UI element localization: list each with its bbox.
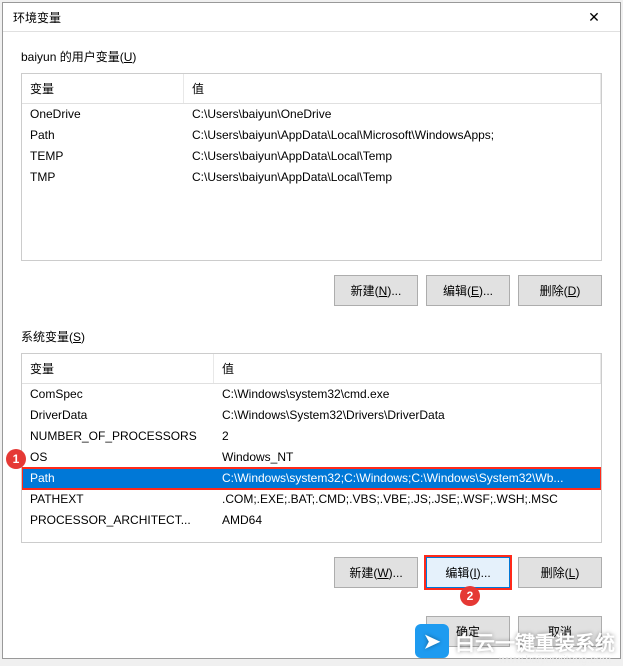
sys-vars-label: 系统变量(S) [21, 328, 602, 345]
cell-value: C:\Users\baiyun\AppData\Local\Microsoft\… [184, 125, 601, 146]
cell-value: C:\Users\baiyun\OneDrive [184, 104, 601, 125]
cell-value: C:\Windows\System32\Drivers\DriverData [214, 405, 601, 426]
titlebar: 环境变量 ✕ [3, 3, 620, 32]
ok-button[interactable]: 确定 [426, 616, 510, 647]
cancel-button[interactable]: 取消 [518, 616, 602, 647]
dialog-content: baiyun 的用户变量(U) 变量 值 OneDriveC:\Users\ba… [3, 32, 620, 606]
table-row[interactable]: PathC:\Users\baiyun\AppData\Local\Micros… [22, 125, 601, 146]
col-value[interactable]: 值 [184, 74, 601, 103]
list-header: 变量 值 [22, 74, 601, 104]
sys-delete-button[interactable]: 删除(L) [518, 557, 602, 588]
cell-variable: DriverData [22, 405, 214, 426]
cell-value: Windows_NT [214, 447, 601, 468]
cell-value: C:\Windows\system32\cmd.exe [214, 384, 601, 405]
cell-variable: TMP [22, 167, 184, 188]
cell-variable: TEMP [22, 146, 184, 167]
table-row[interactable]: PROCESSOR_ARCHITECT...AMD64 [22, 510, 601, 531]
table-row[interactable]: ComSpecC:\Windows\system32\cmd.exe [22, 384, 601, 405]
col-variable[interactable]: 变量 [22, 354, 214, 383]
cell-value: 2 [214, 426, 601, 447]
table-row[interactable]: TEMPC:\Users\baiyun\AppData\Local\Temp [22, 146, 601, 167]
table-row[interactable]: TMPC:\Users\baiyun\AppData\Local\Temp [22, 167, 601, 188]
user-delete-button[interactable]: 删除(D) [518, 275, 602, 306]
sys-vars-list[interactable]: 变量 值 ComSpecC:\Windows\system32\cmd.exeD… [21, 353, 602, 543]
cell-variable: OneDrive [22, 104, 184, 125]
annotation-1: 1 [6, 449, 26, 469]
cell-variable: ComSpec [22, 384, 214, 405]
sys-button-row: 新建(W)... 编辑(I)... 删除(L) [21, 557, 602, 588]
col-variable[interactable]: 变量 [22, 74, 184, 103]
table-row[interactable]: DriverDataC:\Windows\System32\Drivers\Dr… [22, 405, 601, 426]
cell-value: C:\Users\baiyun\AppData\Local\Temp [184, 167, 601, 188]
cell-variable: NUMBER_OF_PROCESSORS [22, 426, 214, 447]
user-vars-label: baiyun 的用户变量(U) [21, 48, 602, 65]
dialog-title: 环境变量 [13, 9, 61, 26]
user-edit-button[interactable]: 编辑(E)... [426, 275, 510, 306]
table-row[interactable]: PATHEXT.COM;.EXE;.BAT;.CMD;.VBS;.VBE;.JS… [22, 489, 601, 510]
footer-buttons: 确定 取消 [3, 606, 620, 659]
env-vars-dialog: 环境变量 ✕ baiyun 的用户变量(U) 变量 值 OneDriveC:\U… [2, 2, 621, 659]
cell-variable: PROCESSOR_ARCHITECT... [22, 510, 214, 531]
table-row[interactable]: OneDriveC:\Users\baiyun\OneDrive [22, 104, 601, 125]
close-button[interactable]: ✕ [572, 3, 616, 31]
table-row[interactable]: NUMBER_OF_PROCESSORS2 [22, 426, 601, 447]
user-new-button[interactable]: 新建(N)... [334, 275, 418, 306]
list-header: 变量 值 [22, 354, 601, 384]
annotation-2: 2 [460, 586, 480, 606]
sys-new-button[interactable]: 新建(W)... [334, 557, 418, 588]
sys-edit-button[interactable]: 编辑(I)... [426, 557, 510, 588]
cell-variable: Path [22, 468, 214, 489]
cell-value: C:\Users\baiyun\AppData\Local\Temp [184, 146, 601, 167]
user-vars-list[interactable]: 变量 值 OneDriveC:\Users\baiyun\OneDrivePat… [21, 73, 602, 261]
cell-variable: PATHEXT [22, 489, 214, 510]
cell-value: C:\Windows\system32;C:\Windows;C:\Window… [214, 468, 601, 489]
close-icon: ✕ [588, 9, 600, 26]
user-button-row: 新建(N)... 编辑(E)... 删除(D) [21, 275, 602, 306]
watermark-url: www.baiyunxitong.com [499, 654, 611, 666]
cell-value: .COM;.EXE;.BAT;.CMD;.VBS;.VBE;.JS;.JSE;.… [214, 489, 601, 510]
col-value[interactable]: 值 [214, 354, 601, 383]
cell-variable: OS [22, 447, 214, 468]
cell-value: AMD64 [214, 510, 601, 531]
table-row[interactable]: PathC:\Windows\system32;C:\Windows;C:\Wi… [22, 468, 601, 489]
cell-variable: Path [22, 125, 184, 146]
table-row[interactable]: OSWindows_NT [22, 447, 601, 468]
